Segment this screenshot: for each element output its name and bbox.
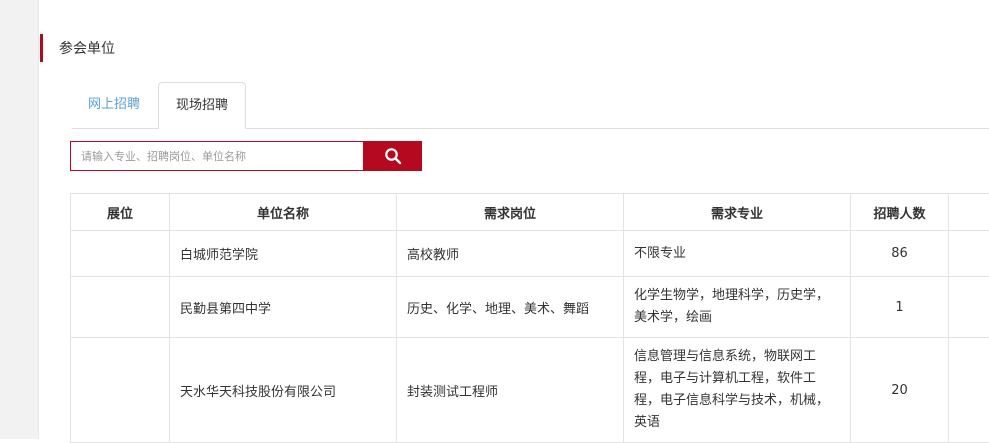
section-header: 参会单位 xyxy=(40,34,115,62)
tab-onsite-recruitment[interactable]: 现场招聘 xyxy=(158,82,246,129)
tab-bar: 网上招聘 现场招聘 xyxy=(72,82,989,129)
cell-company: 白城师范学院 xyxy=(170,231,397,277)
header-extra xyxy=(949,194,989,231)
cell-booth xyxy=(71,231,170,277)
cell-major: 化学生物学，地理科学，历史学，美术学，绘画 xyxy=(624,277,851,338)
cell-count: 20 xyxy=(851,338,949,443)
table-header-row: 展位 单位名称 需求岗位 需求专业 招聘人数 xyxy=(71,194,989,231)
search-button[interactable] xyxy=(363,141,422,171)
cell-company: 天水华天科技股份有限公司 xyxy=(170,338,397,443)
search-bar xyxy=(70,141,422,171)
cell-extra xyxy=(949,338,989,443)
cell-count: 86 xyxy=(851,231,949,277)
cell-major: 信息管理与信息系统，物联网工程，电子与计算机工程，软件工程，电子信息科学与技术，… xyxy=(624,338,851,443)
left-gutter xyxy=(0,0,39,439)
units-table-wrapper: 展位 单位名称 需求岗位 需求专业 招聘人数 白城师范学院 高校教师 不限专业 … xyxy=(70,193,989,443)
tab-online-recruitment[interactable]: 网上招聘 xyxy=(72,82,156,128)
cell-position: 历史、化学、地理、美术、舞蹈 xyxy=(397,277,624,338)
units-table: 展位 单位名称 需求岗位 需求专业 招聘人数 白城师范学院 高校教师 不限专业 … xyxy=(70,193,989,443)
search-icon xyxy=(384,147,402,165)
cell-booth xyxy=(71,338,170,443)
section-title: 参会单位 xyxy=(59,38,115,58)
cell-major: 不限专业 xyxy=(624,231,851,277)
cell-company: 民勤县第四中学 xyxy=(170,277,397,338)
header-booth: 展位 xyxy=(71,194,170,231)
section-accent-bar xyxy=(40,34,43,62)
cell-position: 封装测试工程师 xyxy=(397,338,624,443)
table-row: 白城师范学院 高校教师 不限专业 86 xyxy=(71,231,989,277)
cell-extra xyxy=(949,277,989,338)
table-row: 民勤县第四中学 历史、化学、地理、美术、舞蹈 化学生物学，地理科学，历史学，美术… xyxy=(71,277,989,338)
header-position: 需求岗位 xyxy=(397,194,624,231)
header-count: 招聘人数 xyxy=(851,194,949,231)
cell-booth xyxy=(71,277,170,338)
search-input[interactable] xyxy=(70,141,363,171)
table-row: 天水华天科技股份有限公司 封装测试工程师 信息管理与信息系统，物联网工程，电子与… xyxy=(71,338,989,443)
cell-count: 1 xyxy=(851,277,949,338)
cell-position: 高校教师 xyxy=(397,231,624,277)
cell-extra xyxy=(949,231,989,277)
header-company: 单位名称 xyxy=(170,194,397,231)
header-major: 需求专业 xyxy=(624,194,851,231)
